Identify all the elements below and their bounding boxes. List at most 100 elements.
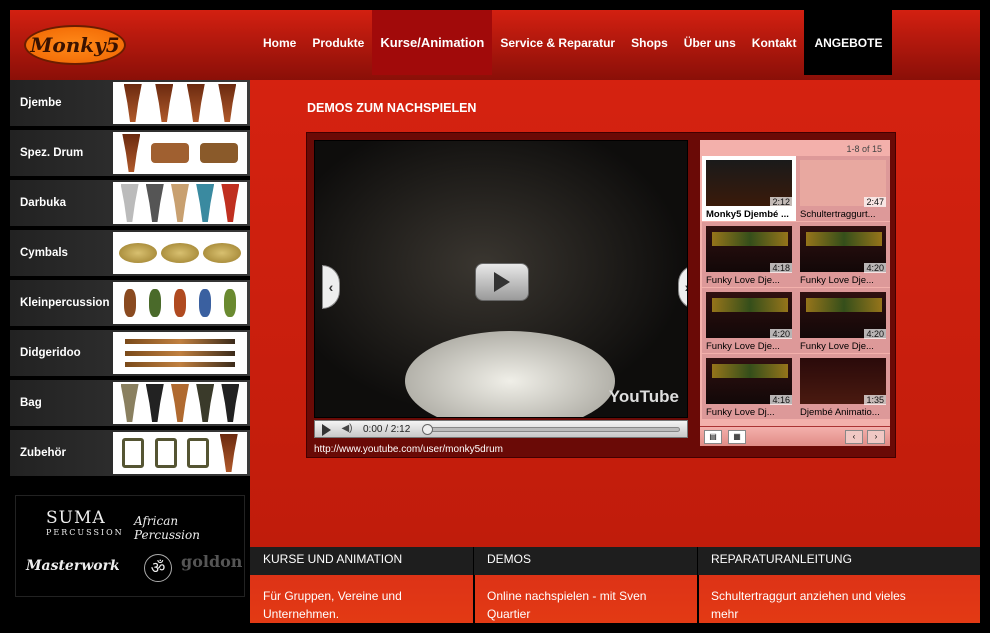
playlist-item[interactable]: 4:20 Funky Love Dje... [796,288,890,353]
playlist-item[interactable]: 4:16 Funky Love Dj... [702,354,796,419]
youtube-player: YouTube ‹ › ◀) 0:00 / 2:12 http://www.yo… [306,132,896,458]
video-duration: 4:16 [770,395,792,405]
play-icon[interactable] [319,423,333,436]
nav-kontakt[interactable]: Kontakt [744,10,805,75]
teaser-heading: REPARATURANLEITUNG [698,547,980,575]
prev-page-icon[interactable]: ‹ [845,430,863,444]
volume-icon[interactable]: ◀) [339,423,355,436]
category-image [113,132,247,174]
category-label: Zubehör [20,447,66,459]
category-kleinpercussion[interactable]: Kleinpercussion [10,280,250,328]
playlist-panel: 1-8 of 15 2:12 Monky5 Djembé ... 2:47 Sc… [700,140,890,446]
nav-shops[interactable]: Shops [623,10,676,75]
playlist-item[interactable]: 4:20 Funky Love Dje... [796,222,890,287]
video-duration: 4:20 [770,329,792,339]
video-title: Funky Love Dje... [800,275,874,286]
suma-logo[interactable]: SUMA [46,508,106,528]
playlist-count: 1-8 of 15 [846,144,882,154]
category-image [113,332,247,374]
playlist-toolbar: ▤ ▦ ‹ › [700,426,890,446]
seek-bar[interactable] [422,424,680,435]
category-djembe[interactable]: Djembe [10,80,250,128]
time-display: 0:00 / 2:12 [363,424,411,435]
nav-home[interactable]: Home [255,10,304,75]
teaser-heading: KURSE UND ANIMATION [250,547,474,575]
channel-url[interactable]: http://www.youtube.com/user/monky5drum [314,444,503,455]
video-duration: 4:18 [770,263,792,273]
list-view-icon[interactable]: ▤ [704,430,722,444]
video-area[interactable]: YouTube ‹ › [314,140,688,418]
prev-video-button[interactable]: ‹ [322,265,340,309]
big-play-button[interactable] [475,263,529,301]
brand-logos: SUMA PERCUSSION African Percussion Maste… [15,495,245,597]
teaser-heading: DEMOS [474,547,698,575]
teaser-text: Schultertraggurt anziehen und vieles meh… [711,589,906,621]
nav-service-reparatur[interactable]: Service & Reparatur [492,10,623,75]
youtube-logo[interactable]: YouTube [609,387,679,407]
teaser-reparatur[interactable]: REPARATURANLEITUNG Schultertraggurt anzi… [698,547,980,623]
teaser-text: Für Gruppen, Vereine und Unternehmen. [263,589,402,621]
video-title: Funky Love Dje... [706,341,780,352]
category-sidebar: Djembe Spez. Drum Darbuka Cymbals Kleinp… [10,80,250,623]
teaser-kurse[interactable]: KURSE UND ANIMATION Für Gruppen, Vereine… [250,547,474,623]
nav-angebote[interactable]: ANGEBOTE [804,10,893,75]
video-title: Funky Love Dje... [706,275,780,286]
category-zubehoer[interactable]: Zubehör [10,430,250,478]
footer-teasers: KURSE UND ANIMATION Für Gruppen, Vereine… [250,547,980,623]
grid-view-icon[interactable]: ▦ [728,430,746,444]
nav-kurse-animation[interactable]: Kurse/Animation [372,10,493,75]
category-darbuka[interactable]: Darbuka [10,180,250,228]
seek-knob[interactable] [422,424,433,435]
video-title: Schultertraggurt... [800,209,876,220]
drum-video-frame [405,331,615,417]
video-title: Monky5 Djembé ... [706,209,789,220]
category-image [113,82,247,124]
playlist-item[interactable]: 4:18 Funky Love Dje... [702,222,796,287]
logo[interactable]: Monky5 [24,25,126,65]
category-image [113,182,247,224]
category-image [113,232,247,274]
next-page-icon[interactable]: › [867,430,885,444]
category-label: Darbuka [20,197,67,209]
video-duration: 4:20 [864,263,886,273]
page: Monky5 Home Produkte Kurse/Animation Ser… [0,0,990,633]
video-title: Funky Love Dje... [800,341,874,352]
african-percussion-logo[interactable]: African Percussion [134,514,244,542]
om-logo[interactable]: ॐ [144,554,172,582]
category-spez-drum[interactable]: Spez. Drum [10,130,250,178]
category-label: Didgeridoo [20,347,81,359]
goldon-logo[interactable]: goldon [181,552,242,571]
category-label: Spez. Drum [20,147,84,159]
teaser-text: Online nachspielen - mit Sven Quartier [487,589,647,621]
masterwork-logo[interactable]: Masterwork [26,558,120,574]
nav-ueber-uns[interactable]: Über uns [676,10,744,75]
category-label: Djembe [20,97,62,109]
next-video-button[interactable]: › [678,265,687,309]
suma-logo-sub: PERCUSSION [46,528,124,537]
category-image [113,382,247,424]
page-title: DEMOS ZUM NACHSPIELEN [307,101,477,115]
video-duration: 2:12 [770,197,792,207]
video-title: Funky Love Dj... [706,407,775,418]
category-bag[interactable]: Bag [10,380,250,428]
video-title: Djembé Animatio... [800,407,880,418]
playlist-item[interactable]: 2:12 Monky5 Djembé ... [702,156,796,221]
category-label: Bag [20,397,42,409]
video-duration: 4:20 [864,329,886,339]
category-didgeridoo[interactable]: Didgeridoo [10,330,250,378]
video-duration: 1:35 [864,395,886,405]
playlist-item[interactable]: 4:20 Funky Love Dje... [702,288,796,353]
content-area: DEMOS ZUM NACHSPIELEN YouTube ‹ › ◀) 0:0… [250,80,980,547]
video-duration: 2:47 [864,197,886,207]
category-cymbals[interactable]: Cymbals [10,230,250,278]
category-label: Kleinpercussion [20,297,110,309]
main-nav: Home Produkte Kurse/Animation Service & … [255,10,893,75]
nav-produkte[interactable]: Produkte [304,10,372,75]
category-image [113,432,247,474]
playlist-item[interactable]: 2:47 Schultertraggurt... [796,156,890,221]
header: Monky5 Home Produkte Kurse/Animation Ser… [10,10,980,80]
player-controls: ◀) 0:00 / 2:12 [314,420,688,438]
category-image [113,282,247,324]
playlist-item[interactable]: 1:35 Djembé Animatio... [796,354,890,419]
teaser-demos[interactable]: DEMOS Online nachspielen - mit Sven Quar… [474,547,698,623]
